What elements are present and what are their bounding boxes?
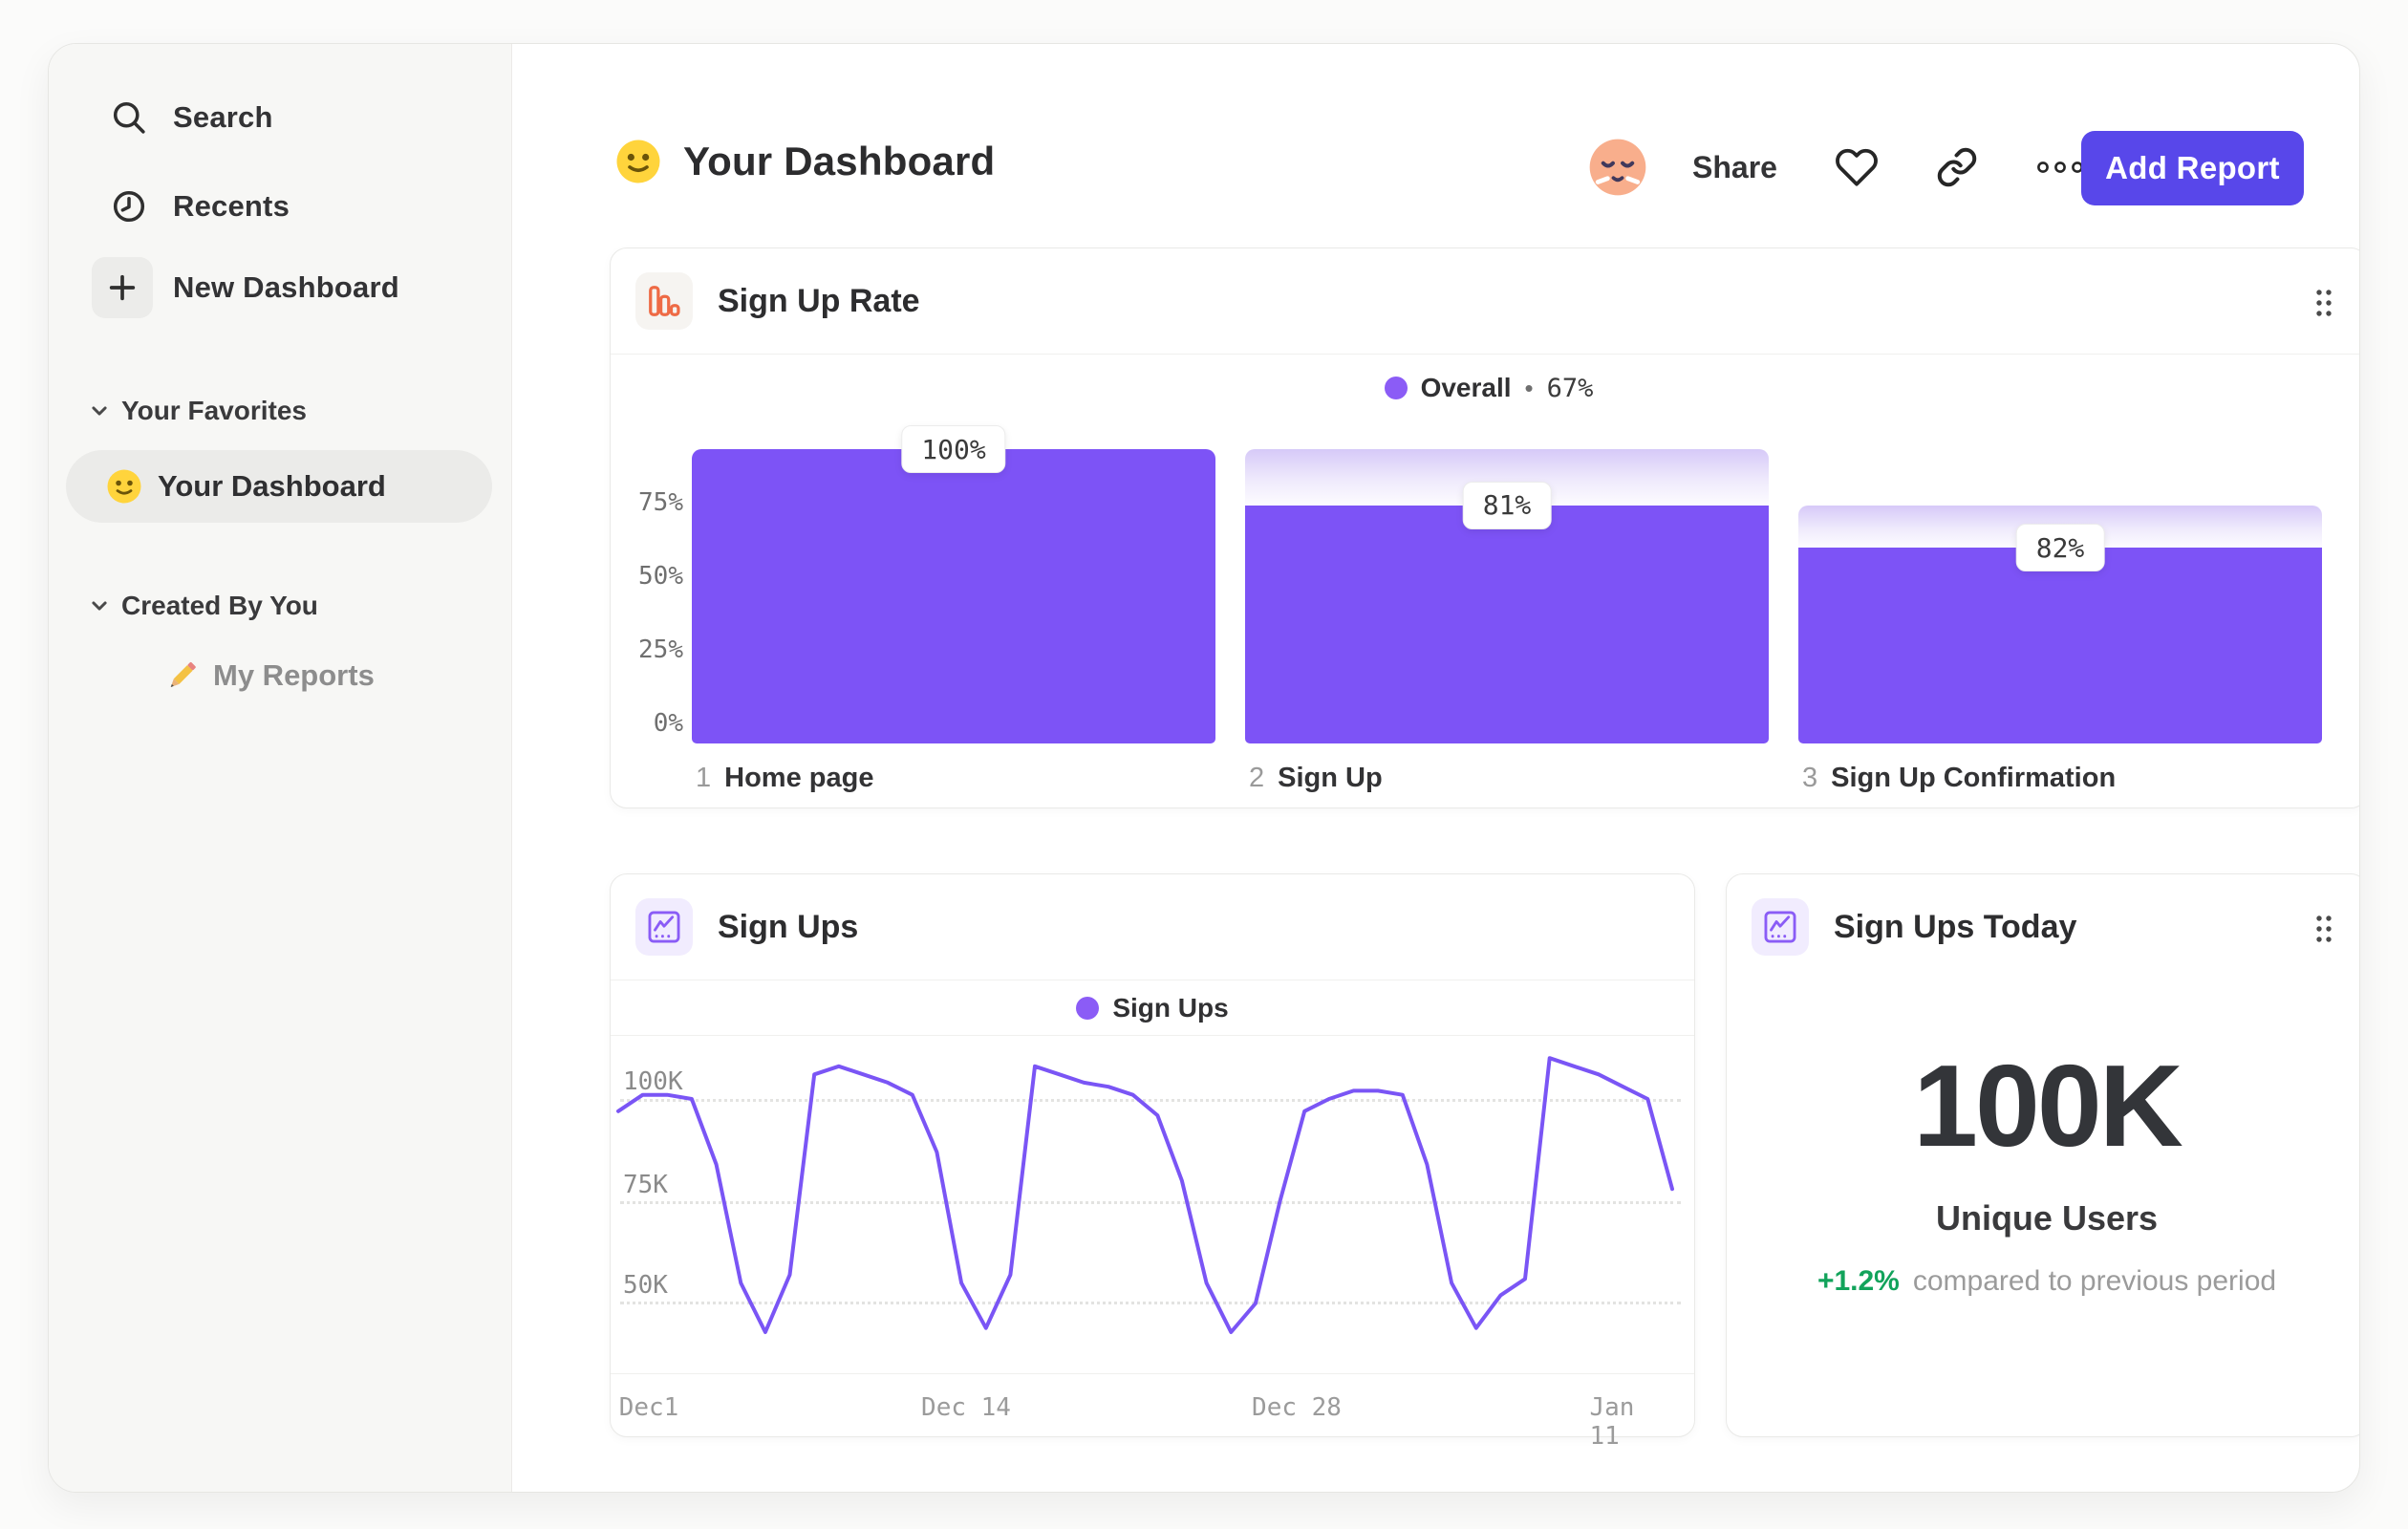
chevron-down-icon	[89, 400, 110, 421]
conversion-chip: 82%	[2015, 524, 2105, 572]
sidebar-section-your-favorites[interactable]: Your Favorites	[89, 396, 307, 426]
y-axis-tick: 75%	[638, 488, 683, 517]
divider	[611, 1373, 1694, 1374]
funnel-step-column[interactable]: 82% 3 Sign Up Confirmation	[1798, 248, 2322, 809]
delta-caption: compared to previous period	[1912, 1265, 2277, 1297]
x-axis-tick: Dec 14	[921, 1393, 1011, 1422]
step-label: 3 Sign Up Confirmation	[1802, 763, 2117, 793]
metric-label: Unique Users	[1935, 1198, 2159, 1238]
plus-icon	[92, 257, 153, 318]
x-axis-tick: Dec1	[618, 1393, 679, 1422]
page-title-row: Your Dashboard	[613, 136, 995, 187]
metric-delta-row: +1.2% compared to previous period	[1727, 1260, 2359, 1303]
delta-badge: +1.2%	[1817, 1265, 1900, 1297]
funnel-bar	[692, 449, 1215, 743]
sidebar-section-created-by-you[interactable]: Created By You	[89, 591, 318, 621]
sidebar-item-your-dashboard[interactable]: Your Dashboard	[66, 450, 492, 523]
conversion-chip: 100%	[901, 425, 1006, 473]
sidebar-item-label: Search	[173, 100, 273, 134]
section-title: Created By You	[121, 591, 318, 620]
search-icon	[98, 87, 160, 148]
card-header: Sign Ups	[611, 874, 1694, 980]
avatar[interactable]	[1587, 137, 1648, 198]
bar-chart-icon	[635, 272, 693, 330]
section-title: Your Favorites	[121, 396, 307, 425]
sign-up-rate-card: Sign Up Rate Overall • 67% 75% 50% 25% 0…	[610, 248, 2359, 809]
funnel-bar	[1798, 548, 2322, 743]
sign-ups-card: Sign Ups Sign Ups 100K 75K 50K Dec1 Dec …	[610, 873, 1695, 1451]
x-axis-tick: Jan 11	[1589, 1393, 1635, 1451]
line-chart-icon	[635, 898, 693, 956]
more-options-icon[interactable]	[2035, 157, 2085, 178]
sidebar-item-recents[interactable]: Recents	[49, 171, 511, 242]
y-axis-tick: 25%	[638, 635, 683, 664]
line-legend[interactable]: Sign Ups	[611, 981, 1694, 1035]
card-title: Sign Ups Today	[1834, 908, 2077, 945]
smiley-emoji	[613, 136, 664, 187]
smiley-emoji	[104, 466, 144, 506]
sidebar-item-my-reports[interactable]: My Reports	[161, 656, 375, 696]
add-report-button[interactable]: Add Report	[2081, 131, 2304, 205]
x-axis-tick: Dec 28	[1252, 1393, 1342, 1422]
screen: Search Recents New Dashboard Your Favori…	[0, 0, 2408, 1529]
chevron-down-icon	[89, 595, 110, 616]
sign-ups-line-plot	[616, 1056, 1674, 1334]
legend-dot	[1076, 997, 1100, 1020]
share-button[interactable]: Share	[1692, 150, 1777, 185]
sidebar-item-search[interactable]: Search	[49, 82, 511, 153]
favorite-heart-icon[interactable]	[1835, 145, 1879, 189]
funnel-step-column[interactable]: 81% 2 Sign Up	[1245, 248, 1769, 809]
sidebar-item-new-dashboard[interactable]: New Dashboard	[49, 252, 511, 323]
card-header: Sign Ups Today	[1727, 874, 2359, 980]
line-chart-icon	[1752, 898, 1809, 956]
sidebar-item-label: My Reports	[213, 658, 375, 692]
sidebar: Search Recents New Dashboard Your Favori…	[49, 44, 512, 1492]
funnel-bar	[1245, 505, 1769, 743]
copy-link-icon[interactable]	[1936, 146, 1978, 188]
step-label: 1 Home page	[696, 763, 874, 793]
pencil-emoji	[161, 656, 202, 696]
y-axis-tick: 0%	[653, 709, 683, 738]
sidebar-item-label: Your Dashboard	[158, 469, 386, 503]
metric-value: 100K	[1913, 1041, 2183, 1171]
conversion-chip: 81%	[1462, 481, 1552, 529]
card-title: Sign Ups	[718, 908, 859, 945]
drag-handle-icon[interactable]	[2308, 913, 2340, 945]
step-label: 2 Sign Up	[1249, 763, 1383, 793]
app-window: Search Recents New Dashboard Your Favori…	[48, 43, 2360, 1493]
sidebar-item-label: New Dashboard	[173, 270, 399, 304]
sign-ups-today-card: Sign Ups Today 100K Unique Users +1.2% c…	[1726, 873, 2359, 1437]
clock-icon	[98, 176, 160, 237]
y-axis-tick: 50%	[638, 562, 683, 591]
page-title: Your Dashboard	[683, 139, 996, 183]
sidebar-item-label: Recents	[173, 189, 290, 223]
funnel-step-column[interactable]: 100% 1 Home page	[692, 248, 1215, 809]
